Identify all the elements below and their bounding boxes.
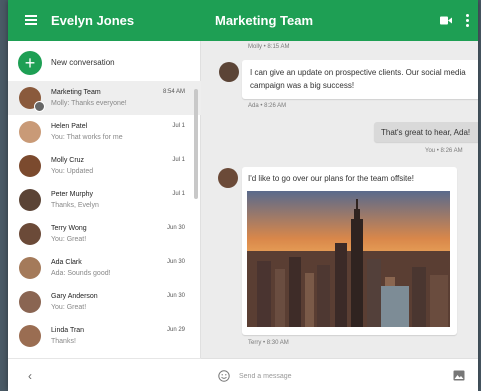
conversation-date: Jul 1 [172,157,185,163]
plus-icon: + [18,51,42,75]
conversation-date: 8:54 AM [162,89,185,95]
conversation-name: Ada Clark [51,259,82,266]
group-badge-icon [34,101,45,112]
chat-app-window: Evelyn Jones Marketing Team + New conver… [8,0,478,391]
conversation-item-marketing-team[interactable]: Marketing Team Molly: Thanks everyone! 8… [8,81,201,115]
conversation-date: Jul 1 [172,123,185,129]
conversation-date: Jun 30 [166,225,185,231]
conversation-item-linda-tran[interactable]: Linda Tran Thanks! Jun 29 [8,319,201,353]
conversation-preview: You: Updated [51,168,94,175]
conversation-preview: Thanks, Evelyn [51,202,99,209]
message-text: I'd like to go over our plans for the te… [248,174,414,183]
conversation-date: Jul 1 [172,191,185,197]
conversation-item-helen-patel[interactable]: Helen Patel You: That works for me Jul 1 [8,115,201,149]
message-pane: Molly • 8:15 AM I can give an update on … [201,41,478,391]
avatar [19,223,41,245]
more-options-icon[interactable] [466,14,470,27]
conversation-name: Molly Cruz [51,157,85,164]
conversation-preview: Thanks! [51,338,76,345]
message-meta: Terry • 8:30 AM [248,340,289,346]
avatar [19,257,41,279]
new-conversation-button[interactable]: + New conversation [8,49,201,79]
conversation-preview: You: Great! [51,236,87,243]
conversation-item-terry-wong[interactable]: Terry Wong You: Great! Jun 30 [8,217,201,251]
menu-icon[interactable] [25,15,37,25]
message-meta: Ada • 8:26 AM [248,103,287,109]
conversation-preview: You: Great! [51,304,87,311]
chevron-left-icon[interactable]: ‹ [28,369,32,383]
conversation-name: Gary Anderson [51,293,98,300]
avatar [19,189,41,211]
conversation-name: Linda Tran [51,327,85,334]
conversation-name: Terry Wong [51,225,87,232]
conversation-preview: Ada: Sounds good! [51,270,111,277]
conversation-date: Jun 30 [166,259,185,265]
group-avatar [19,87,45,112]
avatar [19,291,41,313]
video-call-icon[interactable] [440,16,452,25]
conversation-item-gary-anderson[interactable]: Gary Anderson You: Great! Jun 30 [8,285,201,319]
sidebar-scrollbar[interactable] [194,89,198,199]
message-composer [201,358,478,391]
conversation-preview: You: That works for me [51,134,123,141]
conversation-item-peter-murphy[interactable]: Peter Murphy Thanks, Evelyn Jul 1 [8,183,201,217]
emoji-icon[interactable] [218,370,230,382]
message-meta: You • 8:26 AM [425,148,463,154]
conversation-name: Helen Patel [51,123,88,130]
avatar [19,155,41,177]
conversation-item-molly-cruz[interactable]: Molly Cruz You: Updated Jul 1 [8,149,201,183]
sidebar-footer: ‹ [8,358,201,391]
city-skyline-photo[interactable] [247,191,450,327]
conversation-sidebar: + New conversation Marketing Team Molly:… [8,41,201,391]
conversation-name: Peter Murphy [51,191,94,198]
attach-image-icon[interactable] [453,370,465,381]
conversation-date: Jun 29 [166,327,185,333]
conversation-date: Jun 30 [166,293,185,299]
conversation-preview: Molly: Thanks everyone! [51,100,127,107]
conversation-name: Marketing Team [51,89,101,96]
message-bubble: I can give an update on prospective clie… [242,60,478,99]
current-user-name: Evelyn Jones [51,13,135,28]
message-meta: Molly • 8:15 AM [248,44,290,50]
conversation-list: Marketing Team Molly: Thanks everyone! 8… [8,81,201,353]
conversation-item-ada-clark[interactable]: Ada Clark Ada: Sounds good! Jun 30 [8,251,201,285]
sender-avatar [218,168,238,188]
top-app-bar: Evelyn Jones Marketing Team [8,0,478,41]
message-bubble-outgoing: That's great to hear, Ada! [374,122,478,142]
conversation-title: Marketing Team [215,13,314,28]
message-input[interactable] [239,368,419,384]
sender-avatar [219,62,239,82]
avatar [19,325,41,347]
new-conversation-label: New conversation [51,58,115,67]
avatar [19,121,41,143]
